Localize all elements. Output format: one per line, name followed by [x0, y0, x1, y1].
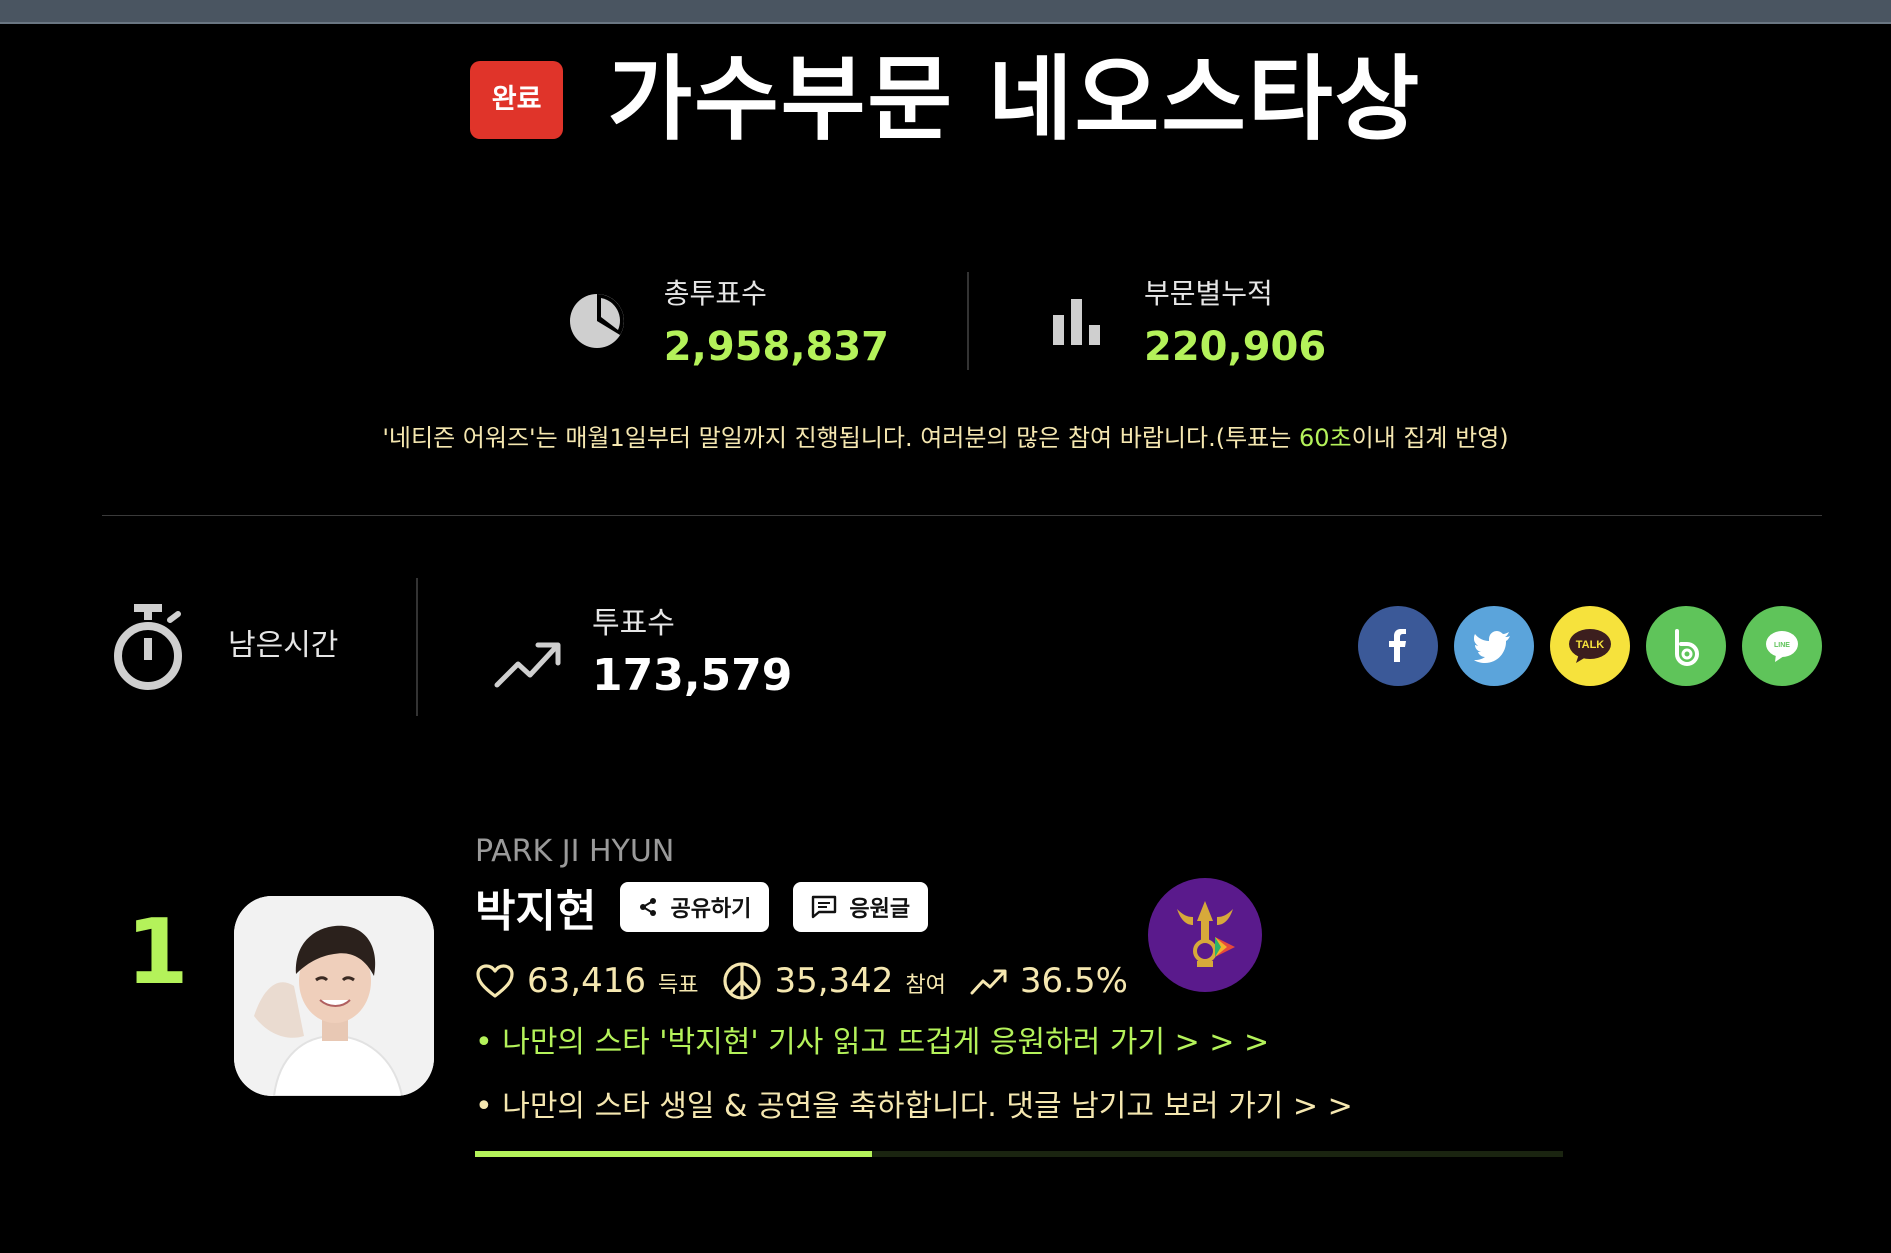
- candidate-photo[interactable]: [234, 896, 434, 1096]
- bar-chart-icon: [1045, 289, 1109, 353]
- google-play-app-badge[interactable]: [1148, 878, 1262, 992]
- vote-metric: 63,416 득표: [475, 961, 698, 1001]
- notice-after: 이내 집계 반영): [1351, 424, 1509, 452]
- trending-up-small-icon: [970, 967, 1008, 995]
- candidate-name-en: PARK JI HYUN: [475, 834, 675, 869]
- participant-count: 35,342: [774, 961, 894, 1001]
- line-icon: LINE: [1766, 631, 1798, 662]
- article-cheer-link[interactable]: • 나만의 스타 '박지현' 기사 읽고 뜨겁게 응원하러 가기 > > >: [475, 1017, 1575, 1061]
- status-badge: 완료: [469, 61, 564, 139]
- category-votes-stat: 부문별누적 220,906: [1045, 272, 1326, 370]
- notice-highlight: 60초: [1298, 424, 1352, 452]
- section-divider: [102, 515, 1822, 516]
- kakaotalk-share-button[interactable]: TALK: [1550, 606, 1630, 686]
- notice-text: '네티즌 어워즈'는 매월1일부터 말일까지 진행됩니다. 여러분의 많은 참여…: [0, 418, 1891, 453]
- candidate-metrics: 63,416 득표 35,342 참여 36.5%: [475, 961, 1575, 1001]
- rank-number: 1: [126, 900, 189, 1005]
- stats-divider: [967, 272, 970, 370]
- remaining-time: 남은시간: [108, 600, 338, 696]
- vote-count-value: 173,579: [592, 650, 793, 701]
- kakaotalk-icon: TALK: [1569, 629, 1611, 663]
- vote-percent: 36.5%: [1019, 961, 1128, 1001]
- participant-unit: 참여: [905, 973, 946, 998]
- vote-progress-bar: [475, 1151, 1563, 1157]
- candidate-name-row: 박지현 공유하기 응원글: [475, 875, 1575, 939]
- page-title: 가수부문 네오스타상: [607, 46, 1422, 153]
- portrait-image: [234, 896, 434, 1096]
- page-header: 완료 가수부문 네오스타상: [0, 54, 1891, 146]
- notice-before: '네티즌 어워즈'는 매월1일부터 말일까지 진행됩니다. 여러분의 많은 참여…: [382, 424, 1299, 452]
- candidate-name-kr: 박지현: [475, 886, 597, 937]
- candidate-info: PARK JI HYUN 박지현 공유하기 응원글 63,416 득표 35,3…: [475, 834, 1575, 1157]
- twitter-icon: [1474, 631, 1510, 663]
- vote-unit: 득표: [657, 973, 699, 998]
- cheer-message-button[interactable]: 응원글: [793, 882, 929, 932]
- comment-icon: [812, 895, 837, 919]
- total-votes-label: 총투표수: [663, 277, 767, 310]
- share-button[interactable]: 공유하기: [620, 882, 770, 932]
- vote-count-label: 투표수: [592, 606, 675, 641]
- remaining-time-label: 남은시간: [228, 628, 339, 663]
- heart-icon: [475, 963, 515, 999]
- share-icon: [640, 898, 657, 916]
- stopwatch-icon: [108, 600, 188, 696]
- total-votes-value: 2,958,837: [663, 324, 890, 370]
- cheer-button-label: 응원글: [849, 897, 911, 922]
- birthday-comment-link[interactable]: • 나만의 스타 생일 & 공연을 축하합니다. 댓글 남기고 보러 가기 > …: [475, 1081, 1575, 1125]
- svg-text:TALK: TALK: [1576, 639, 1605, 651]
- social-share-buttons: TALK LINE: [1358, 606, 1838, 686]
- browser-top-bar: [0, 0, 1891, 24]
- facebook-share-button[interactable]: [1358, 606, 1438, 686]
- stats-summary: 총투표수 2,958,837 부문별누적 220,906: [0, 272, 1891, 370]
- vote-count: 투표수 173,579: [494, 598, 792, 701]
- google-play-icon: [1177, 901, 1235, 967]
- participant-metric: 35,342 참여: [722, 961, 946, 1001]
- share-button-label: 공유하기: [670, 897, 752, 922]
- vertical-divider: [416, 578, 418, 716]
- vote-progress-fill: [475, 1151, 873, 1157]
- band-share-button[interactable]: [1646, 606, 1726, 686]
- total-votes-stat: 총투표수 2,958,837: [565, 272, 889, 370]
- svg-text:LINE: LINE: [1774, 642, 1790, 649]
- trending-up-icon: [494, 637, 562, 693]
- twitter-share-button[interactable]: [1454, 606, 1534, 686]
- category-votes-value: 220,906: [1144, 324, 1327, 370]
- percent-metric: 36.5%: [970, 961, 1128, 1001]
- peace-icon: [722, 961, 762, 1001]
- band-icon: [1675, 629, 1699, 666]
- vote-count-candidate: 63,416: [527, 961, 646, 1001]
- facebook-icon: [1389, 629, 1406, 662]
- pie-chart-icon: [565, 289, 629, 353]
- category-votes-label: 부문별누적: [1144, 277, 1273, 310]
- line-share-button[interactable]: LINE: [1742, 606, 1822, 686]
